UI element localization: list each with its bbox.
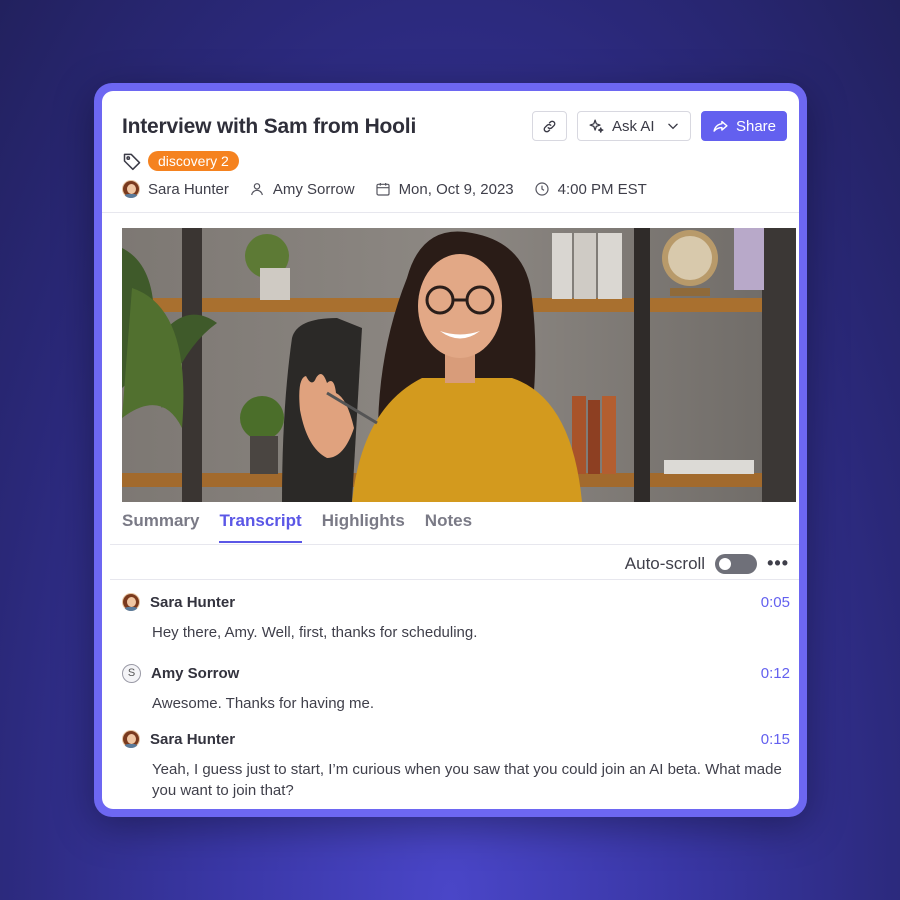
transcript-toolbar: Auto-scroll ••• bbox=[625, 553, 789, 574]
copy-link-button[interactable] bbox=[532, 111, 567, 141]
calendar-icon bbox=[375, 183, 390, 196]
autoscroll-toggle[interactable] bbox=[715, 553, 758, 574]
guest-name: Amy Sorrow bbox=[272, 180, 355, 198]
guest-meta: Amy Sorrow bbox=[249, 181, 355, 198]
tab-transcript[interactable]: Transcript bbox=[219, 511, 302, 543]
recording-card-frame: Interview with Sam from Hooli Ask AI Sha… bbox=[94, 83, 807, 817]
toolbar-divider bbox=[110, 579, 799, 580]
tab-notes[interactable]: Notes bbox=[425, 511, 472, 543]
tab-summary[interactable]: Summary bbox=[122, 511, 199, 543]
timestamp-link[interactable]: 0:05 bbox=[761, 594, 790, 611]
timestamp-link[interactable]: 0:15 bbox=[761, 731, 790, 748]
ask-ai-label: Ask AI bbox=[612, 117, 655, 135]
transcript-entry: Sara Hunter 0:05 Hey there, Amy. Well, f… bbox=[122, 591, 790, 643]
header-actions: Ask AI Share bbox=[532, 111, 787, 141]
speaker-name: Sara Hunter bbox=[150, 730, 236, 748]
tab-bar: Summary Transcript Highlights Notes bbox=[122, 511, 472, 543]
date-meta: Mon, Oct 9, 2023 bbox=[375, 181, 514, 198]
transcript-list: Sara Hunter 0:05 Hey there, Amy. Well, f… bbox=[122, 591, 790, 801]
tag-row: discovery 2 bbox=[122, 151, 239, 171]
meeting-time: 4:00 PM EST bbox=[557, 180, 647, 198]
recording-card: Interview with Sam from Hooli Ask AI Sha… bbox=[102, 91, 799, 809]
video-player[interactable] bbox=[122, 228, 796, 502]
person-icon bbox=[250, 183, 263, 196]
speaker-name: Sara Hunter bbox=[150, 593, 236, 611]
link-icon bbox=[543, 120, 556, 132]
transcript-text: Yeah, I guess just to start, I’m curious… bbox=[152, 761, 782, 799]
tag-icon bbox=[123, 153, 141, 171]
speaker-row: S Amy Sorrow bbox=[122, 662, 790, 684]
autoscroll-label: Auto-scroll bbox=[624, 553, 706, 573]
ask-ai-button[interactable]: Ask AI bbox=[577, 111, 691, 141]
host-meta: Sara Hunter bbox=[122, 180, 229, 198]
avatar bbox=[122, 593, 140, 611]
meeting-date: Mon, Oct 9, 2023 bbox=[398, 180, 514, 198]
tabs-divider bbox=[110, 544, 799, 545]
transcript-text: Hey there, Amy. Well, first, thanks for … bbox=[152, 624, 478, 641]
meeting-meta: Sara Hunter Amy Sorrow Mon, Oct 9, 2023 bbox=[122, 180, 667, 198]
timestamp-link[interactable]: 0:12 bbox=[761, 665, 790, 682]
host-name: Sara Hunter bbox=[148, 180, 229, 198]
clock-icon bbox=[535, 182, 549, 196]
recording-header: Interview with Sam from Hooli Ask AI Sha… bbox=[102, 91, 799, 213]
toggle-knob bbox=[719, 557, 732, 570]
sparkle-icon bbox=[589, 118, 604, 133]
speaker-name: Amy Sorrow bbox=[151, 664, 240, 682]
avatar bbox=[122, 180, 140, 198]
share-arrow-icon bbox=[713, 120, 728, 132]
tab-highlights[interactable]: Highlights bbox=[322, 511, 405, 543]
time-meta: 4:00 PM EST bbox=[534, 181, 647, 198]
speaker-row: Sara Hunter bbox=[122, 728, 790, 750]
chevron-down-icon bbox=[667, 123, 678, 130]
transcript-text: Awesome. Thanks for having me. bbox=[152, 695, 375, 712]
more-options-icon[interactable]: ••• bbox=[767, 553, 789, 574]
speaker-row: Sara Hunter bbox=[122, 591, 790, 613]
video-frame-image bbox=[122, 228, 796, 502]
page-title: Interview with Sam from Hooli bbox=[122, 115, 417, 138]
transcript-entry: S Amy Sorrow 0:12 Awesome. Thanks for ha… bbox=[122, 662, 790, 714]
share-label: Share bbox=[735, 117, 776, 135]
avatar: S bbox=[122, 663, 141, 683]
share-button[interactable]: Share bbox=[701, 111, 787, 141]
avatar bbox=[122, 730, 140, 748]
tag-badge[interactable]: discovery 2 bbox=[148, 151, 239, 171]
transcript-entry: Sara Hunter 0:15 Yeah, I guess just to s… bbox=[122, 728, 790, 801]
